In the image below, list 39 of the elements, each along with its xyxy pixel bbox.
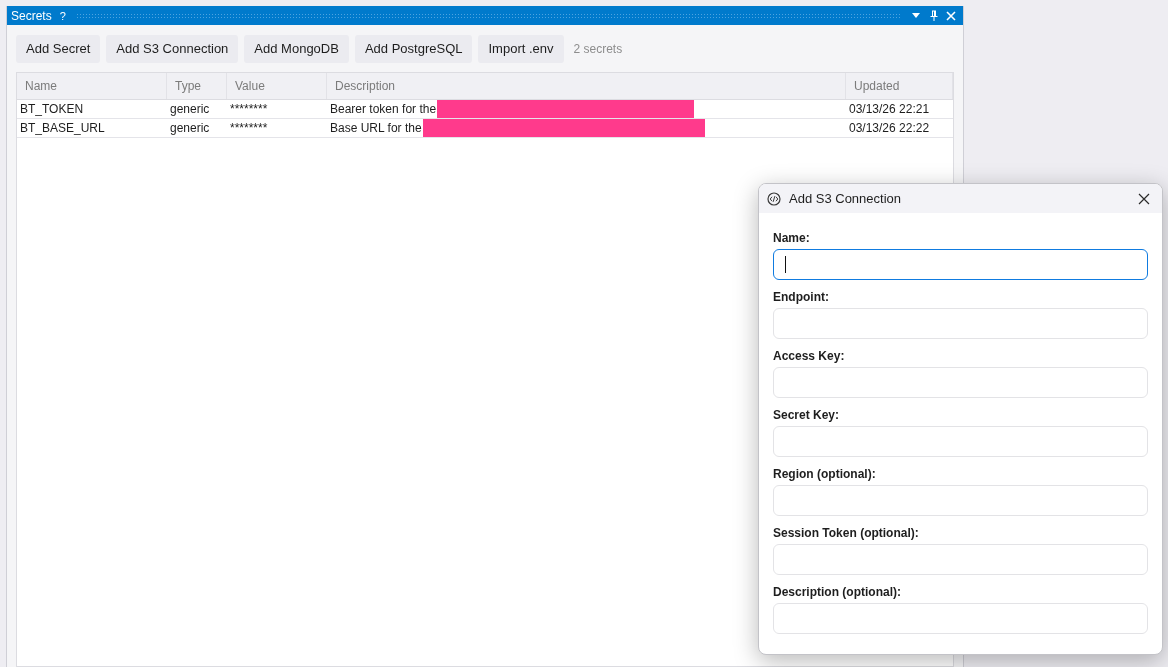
field-label: Endpoint: (773, 289, 830, 305)
table-cell-text: BT_BASE_URL (19, 120, 106, 137)
close-button[interactable] (943, 8, 959, 23)
toolbar-button[interactable]: Add MongoDB (244, 35, 349, 63)
secret-count: 2 secrets (573, 41, 623, 58)
caret-down-icon (912, 13, 920, 18)
table-cell-text: 03/13/26 22:21 (848, 101, 931, 118)
close-icon (1138, 192, 1150, 205)
toolbar-button[interactable]: Add S3 Connection (106, 35, 239, 63)
column-header[interactable]: Updated (846, 73, 953, 99)
code-badge-icon (767, 191, 781, 206)
field-label: Name: (773, 230, 811, 246)
table-cell-text: 03/13/26 22:22 (848, 120, 931, 137)
input-field[interactable] (773, 249, 1148, 280)
column-header[interactable]: Description (327, 73, 846, 99)
column-header[interactable]: Name (17, 73, 167, 99)
table-cell-text: Base URL for the (330, 120, 422, 137)
field-label: Access Key: (773, 348, 846, 364)
dialog-title: Add S3 Connection (789, 189, 902, 208)
table-cell-text: BT_TOKEN (19, 101, 85, 118)
text-cursor-icon (785, 256, 786, 273)
toolbar-button[interactable]: Add Secret (16, 35, 101, 63)
table-cell-text: generic (169, 101, 211, 118)
field-label: Region (optional): (773, 466, 877, 482)
table-cell-text: ******** (229, 101, 269, 118)
pin-icon (930, 10, 938, 21)
field-label: Description (optional): (773, 584, 902, 600)
table-cell-text: generic (169, 120, 211, 137)
close-icon (946, 10, 956, 21)
field-label: Session Token (optional): (773, 525, 920, 541)
table-cell-text: ******** (229, 120, 269, 137)
table-cell-text: Bearer token for the (330, 101, 437, 118)
help-link[interactable]: ? (59, 8, 66, 23)
toolbar-button[interactable]: Add PostgreSQL (354, 35, 473, 63)
column-header[interactable]: Type (167, 73, 227, 99)
panel-title: Secrets (11, 8, 52, 23)
column-header[interactable]: Value (227, 73, 327, 99)
field-label: Secret Key: (773, 407, 841, 423)
toolbar-button[interactable]: Import .env (478, 35, 564, 63)
